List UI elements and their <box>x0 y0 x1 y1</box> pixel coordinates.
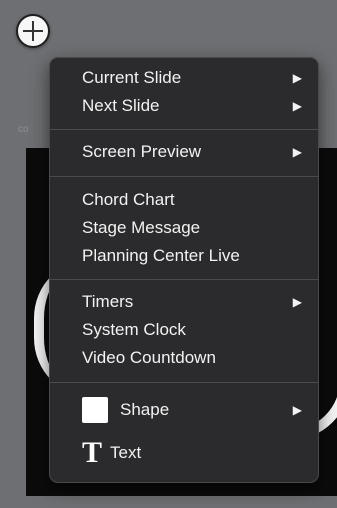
menu-item-screen-preview[interactable]: Screen Preview ▶ <box>82 140 302 164</box>
menu-separator <box>50 382 318 383</box>
menu-item-label: Current Slide <box>82 68 182 87</box>
menu-item-shape[interactable]: Shape ▶ <box>82 396 302 424</box>
menu-item-label: Video Countdown <box>82 348 216 367</box>
menu-item-label: Timers <box>82 292 134 311</box>
menu-separator <box>50 176 318 177</box>
menu-item-label: Stage Message <box>82 218 201 237</box>
submenu-arrow-icon: ▶ <box>292 295 302 309</box>
menu-item-label: Shape <box>120 400 170 419</box>
menu-item-label: Planning Center Live <box>82 246 240 265</box>
menu-item-label: System Clock <box>82 320 186 339</box>
menu-item-planning-center-live[interactable]: Planning Center Live <box>82 244 302 268</box>
canvas-label: co <box>18 124 29 135</box>
menu-item-label: Screen Preview <box>82 142 202 161</box>
menu-item-timers[interactable]: Timers ▶ <box>82 290 302 314</box>
submenu-arrow-icon: ▶ <box>292 403 302 417</box>
menu-item-current-slide[interactable]: Current Slide ▶ <box>82 66 302 90</box>
menu-item-label: Next Slide <box>82 96 160 115</box>
menu-item-chord-chart[interactable]: Chord Chart <box>82 188 302 212</box>
submenu-arrow-icon: ▶ <box>292 145 302 159</box>
menu-item-video-countdown[interactable]: Video Countdown <box>82 346 302 370</box>
plus-icon <box>32 21 34 41</box>
add-object-button[interactable] <box>16 14 50 48</box>
menu-separator <box>50 279 318 280</box>
add-object-menu: Current Slide ▶ Next Slide ▶ Screen Prev… <box>50 58 318 482</box>
submenu-arrow-icon: ▶ <box>292 71 302 85</box>
menu-separator <box>50 129 318 130</box>
menu-item-text[interactable]: T Text <box>82 438 302 468</box>
menu-item-system-clock[interactable]: System Clock <box>82 318 302 342</box>
submenu-arrow-icon: ▶ <box>292 99 302 113</box>
menu-item-next-slide[interactable]: Next Slide ▶ <box>82 94 302 118</box>
menu-item-label: Chord Chart <box>82 190 175 209</box>
menu-item-label: Text <box>110 443 142 462</box>
menu-item-stage-message[interactable]: Stage Message <box>82 216 302 240</box>
shape-square-icon <box>82 397 108 423</box>
text-t-icon: T <box>82 436 103 469</box>
